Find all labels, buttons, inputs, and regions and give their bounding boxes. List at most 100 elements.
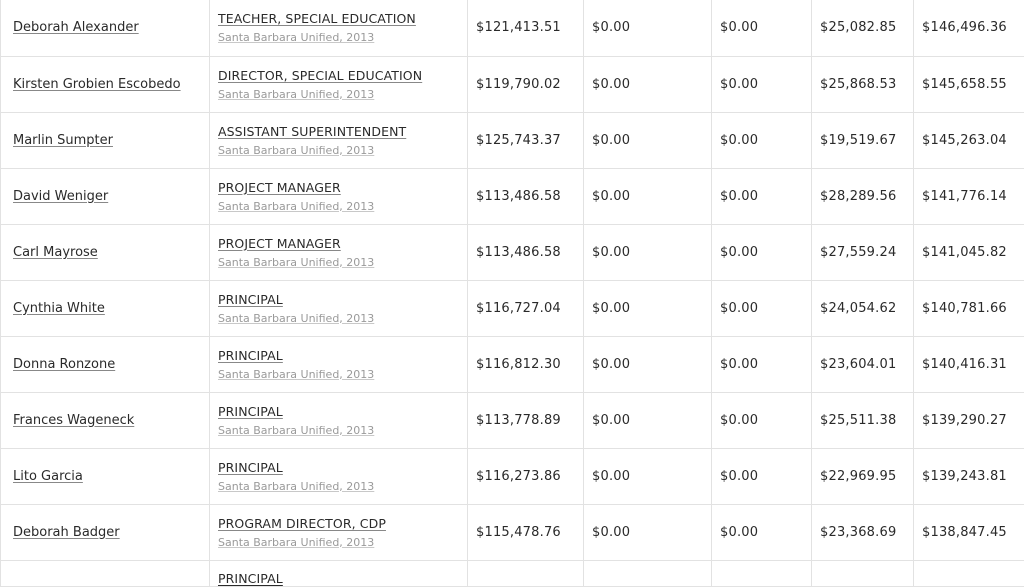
other-pay-cell: $0.00 (712, 336, 812, 392)
benefits-cell: $25,511.38 (812, 392, 914, 448)
employee-name-link[interactable]: Deborah Alexander (13, 20, 139, 35)
total-pay-cell: $140,416.31 (914, 336, 1024, 392)
agency-year-link[interactable]: Santa Barbara Unified, 2013 (218, 424, 467, 437)
employee-name-cell: Carl Mayrose (1, 224, 210, 280)
regular-pay-cell: $116,273.86 (468, 448, 584, 504)
overtime-pay-cell: $0.00 (584, 448, 712, 504)
total-pay-cell (914, 560, 1024, 586)
job-title-link[interactable]: PRINCIPAL (218, 571, 467, 586)
job-title-cell: PROJECT MANAGER Santa Barbara Unified, 2… (210, 168, 468, 224)
benefits-cell: $23,368.69 (812, 504, 914, 560)
regular-pay-cell: $121,413.51 (468, 0, 584, 56)
employee-name-cell: Cynthia White (1, 280, 210, 336)
total-pay-cell: $141,776.14 (914, 168, 1024, 224)
other-pay-cell: $0.00 (712, 56, 812, 112)
overtime-pay-cell: $0.00 (584, 504, 712, 560)
agency-year-link[interactable]: Santa Barbara Unified, 2013 (218, 536, 467, 549)
employee-name-cell: Lito Garcia (1, 448, 210, 504)
employee-name-cell (1, 560, 210, 586)
job-title-link[interactable]: PROGRAM DIRECTOR, CDP (218, 516, 467, 531)
agency-year-link[interactable]: Santa Barbara Unified, 2013 (218, 480, 467, 493)
agency-year-link[interactable]: Santa Barbara Unified, 2013 (218, 256, 467, 269)
regular-pay-cell: $119,790.02 (468, 56, 584, 112)
salary-table: Deborah Alexander TEACHER, SPECIAL EDUCA… (0, 0, 1024, 587)
table-row: David Weniger PROJECT MANAGER Santa Barb… (1, 168, 1024, 224)
job-title-link[interactable]: PROJECT MANAGER (218, 236, 467, 251)
agency-year-link[interactable]: Santa Barbara Unified, 2013 (218, 144, 467, 157)
employee-name-link[interactable]: Marlin Sumpter (13, 133, 113, 148)
job-title-link[interactable]: TEACHER, SPECIAL EDUCATION (218, 11, 467, 26)
regular-pay-cell: $113,486.58 (468, 168, 584, 224)
table-row: Lito Garcia PRINCIPAL Santa Barbara Unif… (1, 448, 1024, 504)
table-row: Marlin Sumpter ASSISTANT SUPERINTENDENT … (1, 112, 1024, 168)
agency-year-link[interactable]: Santa Barbara Unified, 2013 (218, 312, 467, 325)
job-title-cell: PRINCIPAL Santa Barbara Unified, 2013 (210, 448, 468, 504)
total-pay-cell: $145,658.55 (914, 56, 1024, 112)
regular-pay-cell (468, 560, 584, 586)
other-pay-cell: $0.00 (712, 392, 812, 448)
total-pay-cell: $145,263.04 (914, 112, 1024, 168)
overtime-pay-cell (584, 560, 712, 586)
regular-pay-cell: $113,778.89 (468, 392, 584, 448)
other-pay-cell: $0.00 (712, 224, 812, 280)
overtime-pay-cell: $0.00 (584, 336, 712, 392)
agency-year-link[interactable]: Santa Barbara Unified, 2013 (218, 31, 467, 44)
table-row: Deborah Alexander TEACHER, SPECIAL EDUCA… (1, 0, 1024, 56)
job-title-cell: DIRECTOR, SPECIAL EDUCATION Santa Barbar… (210, 56, 468, 112)
job-title-cell: PRINCIPAL Santa Barbara Unified, 2013 (210, 336, 468, 392)
regular-pay-cell: $116,727.04 (468, 280, 584, 336)
other-pay-cell: $0.00 (712, 0, 812, 56)
other-pay-cell: $0.00 (712, 504, 812, 560)
job-title-cell: PRINCIPAL (210, 560, 468, 586)
overtime-pay-cell: $0.00 (584, 224, 712, 280)
employee-name-link[interactable]: Frances Wageneck (13, 413, 134, 428)
table-row: Donna Ronzone PRINCIPAL Santa Barbara Un… (1, 336, 1024, 392)
table-row: Deborah Badger PROGRAM DIRECTOR, CDP San… (1, 504, 1024, 560)
overtime-pay-cell: $0.00 (584, 112, 712, 168)
employee-name-link[interactable]: David Weniger (13, 189, 108, 204)
regular-pay-cell: $113,486.58 (468, 224, 584, 280)
job-title-link[interactable]: PRINCIPAL (218, 348, 467, 363)
total-pay-cell: $146,496.36 (914, 0, 1024, 56)
employee-name-link[interactable]: Carl Mayrose (13, 245, 98, 260)
total-pay-cell: $141,045.82 (914, 224, 1024, 280)
other-pay-cell (712, 560, 812, 586)
agency-year-link[interactable]: Santa Barbara Unified, 2013 (218, 368, 467, 381)
benefits-cell: $25,868.53 (812, 56, 914, 112)
employee-name-link[interactable]: Donna Ronzone (13, 357, 115, 372)
benefits-cell: $24,054.62 (812, 280, 914, 336)
benefits-cell: $28,289.56 (812, 168, 914, 224)
employee-name-link[interactable]: Cynthia White (13, 301, 105, 316)
other-pay-cell: $0.00 (712, 112, 812, 168)
overtime-pay-cell: $0.00 (584, 56, 712, 112)
agency-year-link[interactable]: Santa Barbara Unified, 2013 (218, 200, 467, 213)
employee-name-link[interactable]: Lito Garcia (13, 469, 83, 484)
employee-name-cell: David Weniger (1, 168, 210, 224)
employee-name-cell: Kirsten Grobien Escobedo (1, 56, 210, 112)
benefits-cell: $27,559.24 (812, 224, 914, 280)
employee-name-link[interactable]: Kirsten Grobien Escobedo (13, 77, 181, 92)
job-title-link[interactable]: PROJECT MANAGER (218, 180, 467, 195)
job-title-link[interactable]: PRINCIPAL (218, 292, 467, 307)
employee-name-cell: Deborah Alexander (1, 0, 210, 56)
table-row: Carl Mayrose PROJECT MANAGER Santa Barba… (1, 224, 1024, 280)
job-title-link[interactable]: ASSISTANT SUPERINTENDENT (218, 124, 467, 139)
job-title-cell: PROGRAM DIRECTOR, CDP Santa Barbara Unif… (210, 504, 468, 560)
table-row: Kirsten Grobien Escobedo DIRECTOR, SPECI… (1, 56, 1024, 112)
job-title-link[interactable]: DIRECTOR, SPECIAL EDUCATION (218, 68, 467, 83)
benefits-cell: $19,519.67 (812, 112, 914, 168)
other-pay-cell: $0.00 (712, 280, 812, 336)
job-title-cell: TEACHER, SPECIAL EDUCATION Santa Barbara… (210, 0, 468, 56)
employee-name-cell: Marlin Sumpter (1, 112, 210, 168)
employee-name-link[interactable]: Deborah Badger (13, 525, 120, 540)
employee-name-cell: Frances Wageneck (1, 392, 210, 448)
job-title-cell: PRINCIPAL Santa Barbara Unified, 2013 (210, 392, 468, 448)
job-title-cell: PROJECT MANAGER Santa Barbara Unified, 2… (210, 224, 468, 280)
job-title-link[interactable]: PRINCIPAL (218, 460, 467, 475)
total-pay-cell: $140,781.66 (914, 280, 1024, 336)
agency-year-link[interactable]: Santa Barbara Unified, 2013 (218, 88, 467, 101)
job-title-link[interactable]: PRINCIPAL (218, 404, 467, 419)
other-pay-cell: $0.00 (712, 448, 812, 504)
overtime-pay-cell: $0.00 (584, 280, 712, 336)
benefits-cell (812, 560, 914, 586)
